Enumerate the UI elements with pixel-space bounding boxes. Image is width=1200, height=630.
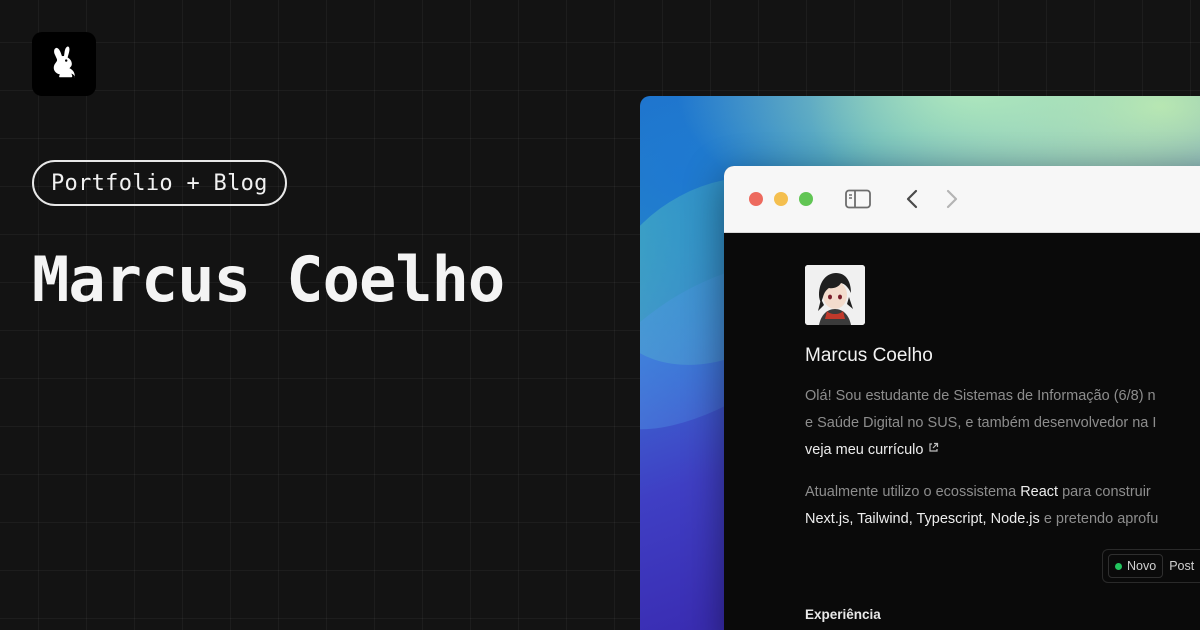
- browser-toolbar: [724, 166, 1200, 233]
- stack-react: React: [1020, 484, 1059, 500]
- post-label: Post: [1169, 559, 1195, 573]
- close-window-button[interactable]: [749, 192, 763, 206]
- chevron-left-icon[interactable]: [902, 186, 922, 212]
- zoom-window-button[interactable]: [799, 192, 813, 206]
- minimize-window-button[interactable]: [774, 192, 788, 206]
- intro-paragraph: Olá! Sou estudante de Sistemas de Inform…: [805, 383, 1156, 464]
- og-image-canvas: Portfolio + Blog Marcus Coelho Marcus Co…: [0, 0, 1200, 630]
- rabbit-icon: [53, 46, 75, 78]
- stack-tech: Next.js, Tailwind, Typescript, Node.js: [805, 511, 1040, 527]
- portfolio-blog-pill: Portfolio + Blog: [32, 160, 287, 206]
- stack-prefix: Atualmente utilizo o ecossistema: [805, 484, 1021, 500]
- logo: [32, 32, 96, 96]
- chevron-right-icon[interactable]: [942, 186, 962, 212]
- external-link-icon: [928, 442, 938, 452]
- sidebar-icon[interactable]: [844, 186, 872, 212]
- resume-link[interactable]: veja meu currículo: [805, 442, 923, 458]
- intro-line: Olá! Sou estudante de Sistemas de Inform…: [805, 388, 1156, 404]
- stack-suffix: e pretendo aprofu: [1039, 511, 1159, 527]
- avatar[interactable]: [805, 265, 865, 325]
- new-badge: Novo: [1108, 554, 1164, 578]
- resume-link-label: veja meu currículo: [805, 442, 924, 458]
- stack-middle: para construir: [1058, 484, 1151, 500]
- new-post-banner[interactable]: Novo Post: [1102, 549, 1200, 583]
- site-name: Marcus Coelho: [805, 345, 933, 366]
- browser-window: Marcus Coelho Olá! Sou estudante de Sist…: [724, 166, 1200, 630]
- site-page: Marcus Coelho Olá! Sou estudante de Sist…: [724, 233, 1200, 630]
- stack-paragraph: Atualmente utilizo o ecossistema React p…: [805, 479, 1158, 533]
- experience-heading: Experiência: [805, 607, 881, 622]
- new-badge-label: Novo: [1127, 559, 1157, 573]
- hero-title: Marcus Coelho: [32, 243, 505, 316]
- intro-line: e Saúde Digital no SUS, e também desenvo…: [805, 415, 1157, 431]
- status-dot: [1115, 562, 1122, 570]
